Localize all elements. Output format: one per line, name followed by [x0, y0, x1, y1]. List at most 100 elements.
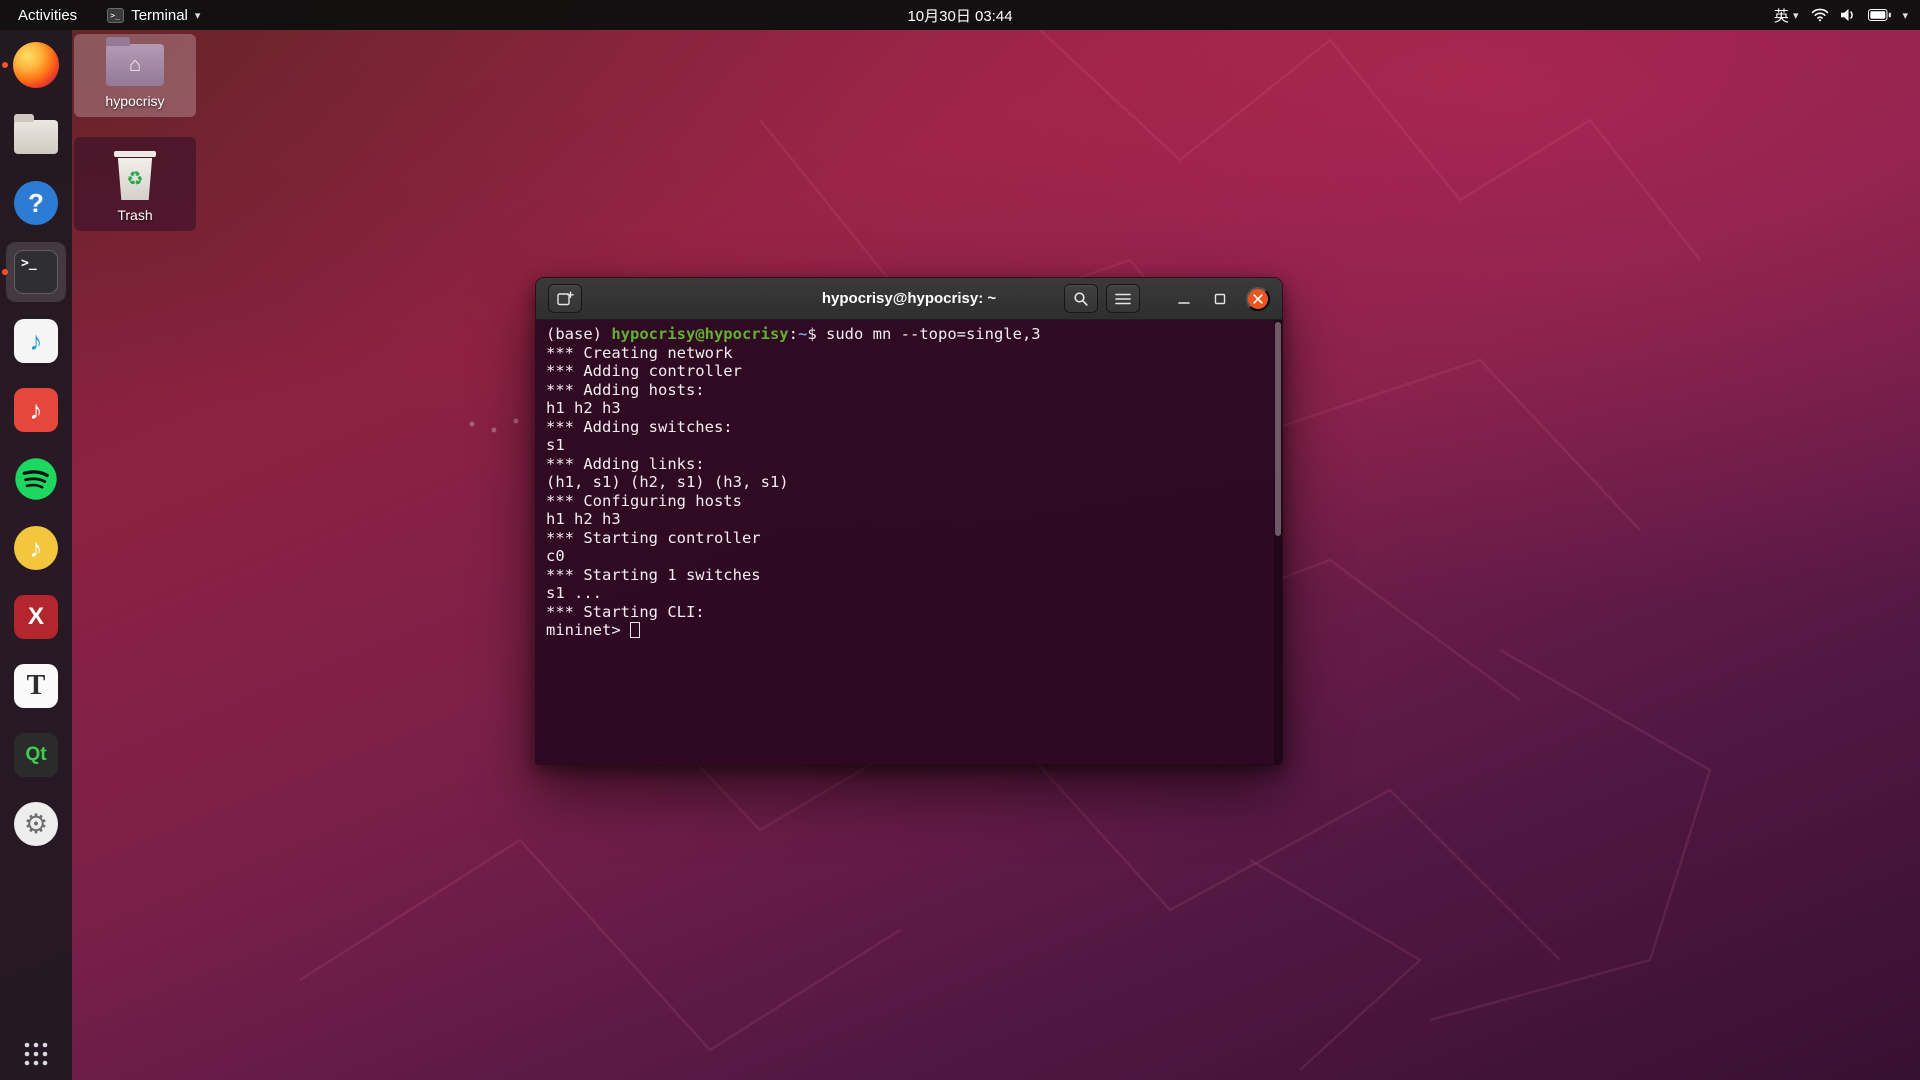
running-indicator [2, 269, 8, 275]
home-folder-icon: ⌂ [106, 44, 164, 86]
dock-item-music-player-yellow[interactable]: ♪ [6, 518, 66, 578]
terminal-line: s1 ... [546, 584, 1272, 603]
conda-env: (base) [546, 325, 611, 343]
music-note-icon: ♪ [14, 319, 58, 363]
app-menu-label: Terminal [131, 7, 188, 24]
status-icons: ▾ [1811, 8, 1908, 22]
terminal-line: *** Starting 1 switches [546, 566, 1272, 585]
terminal-line: h1 h2 h3 [546, 510, 1272, 529]
dock-item-help[interactable]: ? [6, 173, 66, 233]
app-grid-icon [23, 1041, 49, 1067]
trash-lid [114, 151, 156, 157]
terminal-line: *** Starting controller [546, 529, 1272, 548]
terminal-line: s1 [546, 436, 1272, 455]
menu-button[interactable] [1106, 284, 1140, 313]
dock-item-terminal[interactable]: >_ [6, 242, 66, 302]
dock-item-x-app[interactable]: X [6, 587, 66, 647]
hamburger-menu-icon [1115, 292, 1131, 306]
system-tray[interactable]: 英 ▾ ▾ [1774, 0, 1920, 30]
mininet-prompt: mininet> [546, 621, 630, 639]
gear-icon: ⚙ [14, 802, 58, 846]
close-icon [1252, 293, 1264, 305]
dock-item-spotify[interactable] [6, 449, 66, 509]
music-note-icon: ♪ [14, 526, 58, 570]
spotify-icon [14, 457, 58, 501]
desktop-icon-home-folder[interactable]: ⌂ hypocrisy [74, 34, 196, 117]
minimize-icon [1177, 292, 1191, 306]
qt-icon: Qt [14, 733, 58, 777]
text-editor-icon: T [14, 664, 58, 708]
terminal-line: c0 [546, 547, 1272, 566]
top-bar: Activities >_ Terminal ▾ 10月30日 03:44 英 … [0, 0, 1920, 30]
chevron-down-icon: ▾ [195, 9, 201, 22]
terminal-line: h1 h2 h3 [546, 399, 1272, 418]
prompt-user-host: hypocrisy@hypocrisy [611, 325, 788, 343]
scrollbar-thumb[interactable] [1275, 322, 1281, 536]
terminal-line: *** Adding links: [546, 455, 1272, 474]
prompt-colon: : [789, 325, 798, 343]
terminal-line: (h1, s1) (h2, s1) (h3, s1) [546, 473, 1272, 492]
new-tab-button[interactable] [548, 284, 582, 313]
typed-command: sudo mn --topo=single,3 [826, 325, 1041, 343]
terminal-icon: >_ [14, 250, 58, 294]
new-tab-icon [557, 291, 574, 306]
close-button[interactable] [1246, 287, 1270, 311]
terminal-line: *** Adding switches: [546, 418, 1272, 437]
dock-item-settings[interactable]: ⚙ [6, 794, 66, 854]
input-method-label: 英 [1774, 5, 1789, 26]
desktop-icon-label: Trash [117, 207, 152, 223]
clock[interactable]: 10月30日 03:44 [895, 0, 1024, 30]
maximize-icon [1213, 292, 1227, 306]
dock-item-music-player-white[interactable]: ♪ [6, 311, 66, 371]
files-icon [14, 120, 58, 154]
trash-icon: ♻ [114, 151, 156, 200]
chevron-down-icon: ▾ [1902, 9, 1908, 22]
dock-item-text-editor[interactable]: T [6, 656, 66, 716]
home-emblem-icon: ⌂ [129, 55, 141, 75]
terminal-window: hypocrisy@hypocrisy: ~ [535, 277, 1283, 765]
desktop-wallpaper: ⌂ hypocrisy ♻ Trash hypocrisy@hypocrisy:… [0, 0, 1920, 1080]
app-menu[interactable]: >_ Terminal ▾ [95, 0, 212, 30]
desktop-icon-trash[interactable]: ♻ Trash [74, 137, 196, 231]
terminal-titlebar[interactable]: hypocrisy@hypocrisy: ~ [536, 278, 1282, 320]
terminal-line: *** Adding hosts: [546, 381, 1272, 400]
wifi-icon [1811, 8, 1829, 22]
minimize-button[interactable] [1170, 285, 1198, 313]
firefox-icon [13, 42, 59, 88]
terminal-line: *** Starting CLI: [546, 603, 1272, 622]
x-app-icon: X [14, 595, 58, 639]
dock-item-firefox[interactable] [6, 35, 66, 95]
terminal-output-area[interactable]: (base) hypocrisy@hypocrisy:~$ sudo mn --… [536, 320, 1282, 765]
terminal-cursor [630, 622, 640, 638]
prompt-dollar: $ [807, 325, 826, 343]
trash-body: ♻ [116, 158, 154, 200]
top-bar-left: Activities >_ Terminal ▾ [0, 0, 212, 30]
help-icon: ? [14, 181, 58, 225]
titlebar-controls [1064, 284, 1282, 313]
volume-icon [1840, 8, 1857, 22]
terminal-mini-icon: >_ [107, 8, 124, 23]
battery-icon [1868, 9, 1891, 21]
terminal-prompt-line: (base) hypocrisy@hypocrisy:~$ sudo mn --… [546, 325, 1272, 344]
terminal-scrollbar[interactable] [1274, 320, 1282, 765]
dock-item-qt-creator[interactable]: Qt [6, 725, 66, 785]
activities-button[interactable]: Activities [0, 0, 95, 30]
show-applications-button[interactable] [23, 1041, 49, 1072]
terminal-line: *** Configuring hosts [546, 492, 1272, 511]
search-button[interactable] [1064, 284, 1098, 313]
terminal-line: *** Adding controller [546, 362, 1272, 381]
desktop-icon-label: hypocrisy [105, 93, 164, 109]
dock-item-files[interactable] [6, 104, 66, 164]
terminal-cli-line: mininet> [546, 621, 1272, 640]
running-indicator [2, 62, 8, 68]
dock: ? >_ ♪ ♪ ♪ X T Qt ⚙ [0, 30, 72, 1080]
prompt-path: ~ [798, 325, 807, 343]
maximize-button[interactable] [1206, 285, 1234, 313]
chevron-down-icon: ▾ [1793, 9, 1799, 22]
terminal-line: *** Creating network [546, 344, 1272, 363]
music-note-icon: ♪ [14, 388, 58, 432]
recycle-emblem-icon: ♻ [126, 168, 143, 191]
search-icon [1073, 291, 1089, 307]
input-method-indicator[interactable]: 英 ▾ [1774, 5, 1799, 26]
dock-item-music-player-red[interactable]: ♪ [6, 380, 66, 440]
